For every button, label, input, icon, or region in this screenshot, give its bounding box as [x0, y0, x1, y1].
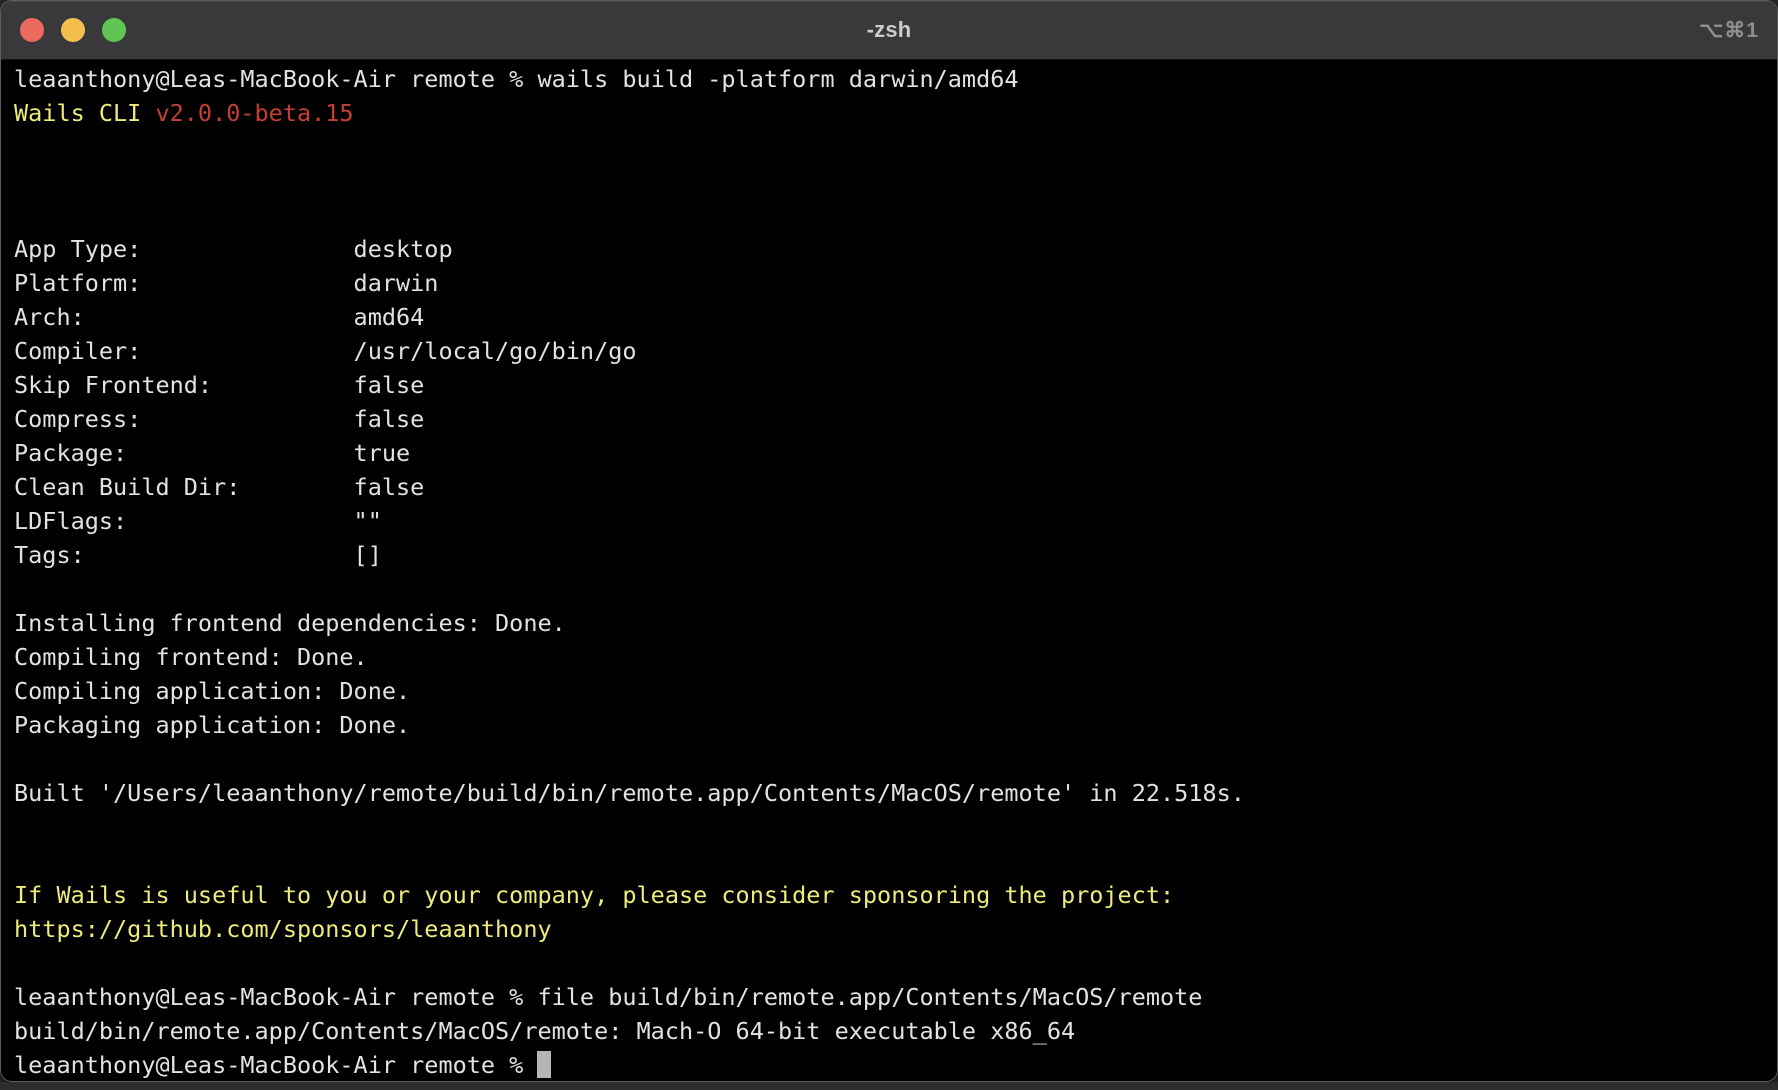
terminal-cursor — [537, 1051, 551, 1078]
terminal-line — [14, 810, 1777, 844]
close-button[interactable] — [20, 18, 44, 42]
terminal-line — [14, 164, 1777, 198]
terminal-line: Platform: darwin — [14, 266, 1777, 300]
text-segment: Compiling frontend: Done. — [14, 643, 368, 671]
text-segment: If Wails is useful to you or your compan… — [14, 881, 1174, 909]
text-segment: App Type: desktop — [14, 235, 453, 263]
text-segment: Compress: false — [14, 405, 424, 433]
zoom-button[interactable] — [102, 18, 126, 42]
terminal-line — [14, 572, 1777, 606]
text-segment: Compiler: /usr/local/go/bin/go — [14, 337, 637, 365]
terminal-line: Tags: [] — [14, 538, 1777, 572]
text-segment: Skip Frontend: false — [14, 371, 424, 399]
terminal-line: Compiling application: Done. — [14, 674, 1777, 708]
terminal-line: leaanthony@Leas-MacBook-Air remote % — [14, 1048, 1777, 1082]
terminal-line — [14, 130, 1777, 164]
text-segment: leaanthony@Leas-MacBook-Air remote % wai… — [14, 65, 1019, 93]
terminal-line: If Wails is useful to you or your compan… — [14, 878, 1777, 912]
text-segment: leaanthony@Leas-MacBook-Air remote % fil… — [14, 983, 1202, 1011]
terminal-line: Installing frontend dependencies: Done. — [14, 606, 1777, 640]
terminal-line: leaanthony@Leas-MacBook-Air remote % fil… — [14, 980, 1777, 1014]
text-segment: Built '/Users/leaanthony/remote/build/bi… — [14, 779, 1245, 807]
terminal-line: Arch: amd64 — [14, 300, 1777, 334]
terminal-line: Compiler: /usr/local/go/bin/go — [14, 334, 1777, 368]
terminal-line: build/bin/remote.app/Contents/MacOS/remo… — [14, 1014, 1777, 1048]
traffic-lights — [20, 1, 126, 59]
terminal-line: leaanthony@Leas-MacBook-Air remote % wai… — [14, 62, 1777, 96]
text-segment: Wails CLI — [14, 99, 155, 127]
terminal-line — [14, 742, 1777, 776]
titlebar[interactable]: -zsh ⌥⌘1 — [1, 1, 1777, 60]
terminal-window: -zsh ⌥⌘1 leaanthony@Leas-MacBook-Air rem… — [0, 0, 1778, 1082]
terminal-line: Compress: false — [14, 402, 1777, 436]
text-segment: Package: true — [14, 439, 410, 467]
text-segment: build/bin/remote.app/Contents/MacOS/remo… — [14, 1017, 1075, 1045]
terminal-line — [14, 198, 1777, 232]
terminal-line: https://github.com/sponsors/leaanthony — [14, 912, 1777, 946]
terminal-line: App Type: desktop — [14, 232, 1777, 266]
keyboard-shortcut-label: ⌥⌘1 — [1699, 1, 1759, 59]
terminal-line: Built '/Users/leaanthony/remote/build/bi… — [14, 776, 1777, 810]
text-segment: https://github.com/sponsors/leaanthony — [14, 915, 552, 943]
terminal-line: Clean Build Dir: false — [14, 470, 1777, 504]
text-segment: Compiling application: Done. — [14, 677, 410, 705]
terminal-output[interactable]: leaanthony@Leas-MacBook-Air remote % wai… — [1, 60, 1777, 1082]
text-segment: Installing frontend dependencies: Done. — [14, 609, 566, 637]
terminal-line: Package: true — [14, 436, 1777, 470]
text-segment: Platform: darwin — [14, 269, 438, 297]
text-segment: LDFlags: "" — [14, 507, 382, 535]
minimize-button[interactable] — [61, 18, 85, 42]
terminal-line: Packaging application: Done. — [14, 708, 1777, 742]
terminal-line: LDFlags: "" — [14, 504, 1777, 538]
terminal-line: Compiling frontend: Done. — [14, 640, 1777, 674]
text-segment: Tags: [] — [14, 541, 382, 569]
text-segment: Clean Build Dir: false — [14, 473, 424, 501]
text-segment: Arch: amd64 — [14, 303, 424, 331]
text-segment: Packaging application: Done. — [14, 711, 410, 739]
window-title: -zsh — [1, 17, 1777, 43]
terminal-line: Wails CLI v2.0.0-beta.15 — [14, 96, 1777, 130]
terminal-line — [14, 844, 1777, 878]
terminal-line: Skip Frontend: false — [14, 368, 1777, 402]
text-segment: leaanthony@Leas-MacBook-Air remote % — [14, 1051, 537, 1079]
desktop-background-strip — [0, 1082, 1778, 1090]
terminal-line — [14, 946, 1777, 980]
text-segment: v2.0.0-beta.15 — [155, 99, 353, 127]
